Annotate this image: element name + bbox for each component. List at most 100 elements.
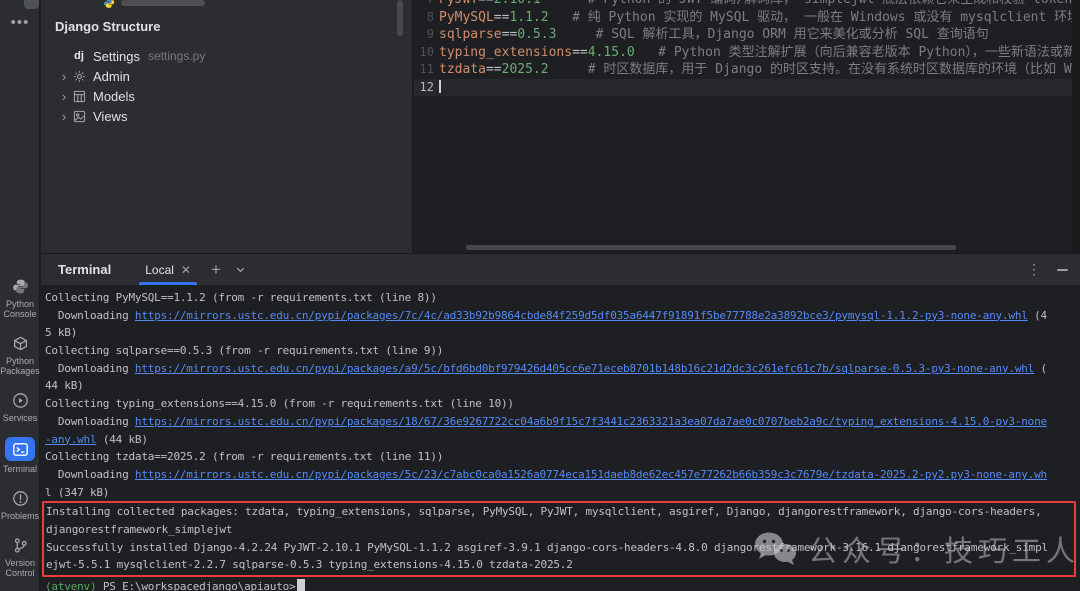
editor-requirements-txt[interactable]: 7 PyJWT==2.10.1 # Python 的 JWT 编码/解码库， si… (414, 0, 1080, 253)
terminal-prompt[interactable]: (atvenv) PS E:\workspacedjango\apiauto> (45, 578, 1080, 591)
tree-item-models[interactable]: › Models (41, 86, 412, 106)
panel-title: Django Structure (55, 19, 161, 34)
terminal-header: Terminal Local ✕ + ⋮ (41, 254, 1080, 285)
tree-item-admin[interactable]: › Admin (41, 66, 412, 86)
terminal-line-boxed: djangorestframework_simplejwt (46, 522, 233, 536)
editor-line-12: 12 (414, 78, 1080, 97)
tree-item-settings[interactable]: dj Settings settings.py (41, 46, 412, 66)
activity-tool-label: Python Packages (0, 356, 40, 376)
terminal-tab-label: Local (145, 262, 174, 277)
terminal-output[interactable]: Collecting PyMySQL==1.1.2 (from -r requi… (41, 285, 1080, 591)
activity-tool-services[interactable]: Services (0, 390, 40, 423)
terminal-text: Collecting PyMySQL==1.1.2 (from -r requi… (45, 291, 437, 304)
operator: == (493, 9, 510, 25)
terminal-line-7: Collecting typing_extensions==4.15.0 (fr… (45, 395, 1080, 413)
activity-tool-python-console[interactable]: Python Console (0, 276, 40, 319)
download-link[interactable]: https://mirrors.ustc.edu.cn/pypi/package… (135, 468, 1047, 481)
gear-icon (71, 69, 87, 83)
terminal-options-icon[interactable]: ⋮ (1027, 261, 1041, 278)
terminal-line-1: Collecting PyMySQL==1.1.2 (from -r requi… (45, 289, 1080, 307)
terminal-text: 44 kB) (45, 379, 84, 393)
terminal-tab-local[interactable]: Local ✕ (139, 254, 197, 285)
more-tool-windows-icon[interactable]: ••• (0, 14, 40, 31)
activity-tool-python-packages[interactable]: Python Packages (0, 333, 40, 376)
terminal-text: (4 (1027, 308, 1047, 322)
problems-icon (9, 488, 31, 508)
version-number: 2025.2 (501, 62, 549, 77)
clipped-filename-text (121, 0, 205, 6)
code-text: tzdata==2025.2 # 时区数据库，用于 Django 的时区支持。在… (439, 61, 1080, 79)
new-terminal-tab-button[interactable]: + (211, 260, 221, 280)
prompt-path: PS E:\workspacedjango\apiauto> (96, 580, 296, 591)
editor-line-9: 9 sqlparse==0.5.3 # SQL 解析工具，Django ORM 用… (414, 26, 1080, 44)
table-icon (71, 89, 87, 103)
line-number: 7 (414, 0, 434, 9)
activity-bar-tools: Python Console Python Packages Services Termi… (0, 276, 40, 578)
download-link[interactable]: -any.whl (45, 433, 97, 446)
comment-text: # Python 的 JWT 编码/解码库， simplejwt 底层依赖它来生… (588, 0, 1072, 7)
terminal-line-10: Collecting tzdata==2025.2 (from -r requi… (45, 448, 1080, 466)
project-tree-cut-item[interactable] (103, 0, 205, 9)
python-file-icon (103, 0, 115, 8)
hide-terminal-icon[interactable] (1057, 268, 1068, 271)
editor-line-11: 11 tzdata==2025.2 # 时区数据库，用于 Django 的时区支持… (414, 61, 1080, 79)
operator: == (478, 0, 494, 7)
terminal-text: Downloading (45, 308, 135, 322)
download-link[interactable]: https://mirrors.ustc.edu.cn/pypi/package… (135, 309, 1028, 322)
editor-vertical-scrollbar[interactable] (1072, 0, 1080, 253)
terminal-line-boxed: Installing collected packages: tzdata, t… (46, 505, 1042, 519)
package-name: PyJWT (439, 0, 478, 7)
terminal-icon (5, 437, 35, 461)
views-icon (71, 109, 87, 123)
terminal-text: 5 kB) (45, 326, 78, 340)
code-text (439, 79, 441, 97)
tree-item-label: Admin (93, 68, 130, 84)
activity-tool-label: Python Console (3, 299, 37, 319)
activity-tool-problems[interactable]: Problems (0, 488, 40, 521)
activity-bar: ••• Python Console Python Packages Services T… (0, 0, 40, 591)
panel-scrollbar-thumb[interactable] (397, 0, 403, 36)
code-text: sqlparse==0.5.3 # SQL 解析工具，Django ORM 用它… (439, 26, 989, 44)
tab-close-icon[interactable]: ✕ (181, 263, 191, 277)
terminal-line-4: Collecting sqlparse==0.5.3 (from -r requ… (45, 342, 1080, 360)
line-number: 8 (426, 9, 434, 24)
chevron-right-icon[interactable]: › (57, 89, 71, 104)
terminal-text: Collecting sqlparse==0.5.3 (from -r requ… (45, 344, 444, 358)
tool-button-stub[interactable] (24, 0, 39, 9)
install-result-highlight-box: Installing collected packages: tzdata, t… (42, 501, 1076, 577)
tree-item-views[interactable]: › Views (41, 106, 412, 126)
terminal-text: Downloading (45, 414, 135, 428)
download-link[interactable]: https://mirrors.ustc.edu.cn/pypi/package… (135, 415, 1047, 428)
line-number: 9 (426, 27, 434, 41)
django-settings-icon: dj (74, 50, 84, 62)
chevron-right-icon[interactable]: › (57, 69, 71, 84)
terminal-text: Collecting tzdata==2025.2 (from -r requi… (45, 450, 444, 464)
operator: == (485, 62, 502, 77)
python-packages-icon (9, 333, 31, 353)
terminal-line-12: l (347 kB) (45, 484, 1080, 502)
terminal-text: Downloading (45, 361, 135, 375)
editor-line-8: 8 PyMySQL==1.1.2 # 纯 Python 实现的 MySQL 驱动，… (414, 9, 1080, 27)
download-link[interactable]: https://mirrors.ustc.edu.cn/pypi/package… (135, 362, 1034, 375)
tab-active-underline (139, 282, 197, 285)
activity-tool-terminal[interactable]: Terminal (0, 437, 40, 474)
terminal-text: (44 kB) (96, 432, 148, 446)
editor-lines: 7 PyJWT==2.10.1 # Python 的 JWT 编码/解码库， si… (414, 0, 1080, 96)
tree-item-label: Models (93, 88, 135, 104)
ide-window: ••• Python Console Python Packages Services T… (0, 0, 1080, 591)
activity-tool-version-control[interactable]: Version Control (0, 535, 40, 578)
code-text: PyMySQL==1.1.2 # 纯 Python 实现的 MySQL 驱动， … (439, 9, 1080, 27)
terminal-type-chevron-icon[interactable] (235, 264, 246, 275)
version-number: 4.15.0 (587, 44, 635, 60)
terminal-line-11: Downloading https://mirrors.ustc.edu.cn/… (45, 466, 1080, 484)
editor-horizontal-scrollbar-thumb[interactable] (466, 245, 956, 250)
chevron-right-icon[interactable]: › (57, 109, 71, 124)
django-structure-tree: dj Settings settings.py › Admin › Models › Views (41, 46, 412, 126)
tree-item-label: Views (93, 108, 128, 124)
line-number: 12 (419, 79, 434, 94)
version-number: 1.1.2 (509, 9, 549, 25)
code-text: PyJWT==2.10.1 # Python 的 JWT 编码/解码库， sim… (439, 0, 1072, 9)
services-icon (9, 390, 31, 410)
